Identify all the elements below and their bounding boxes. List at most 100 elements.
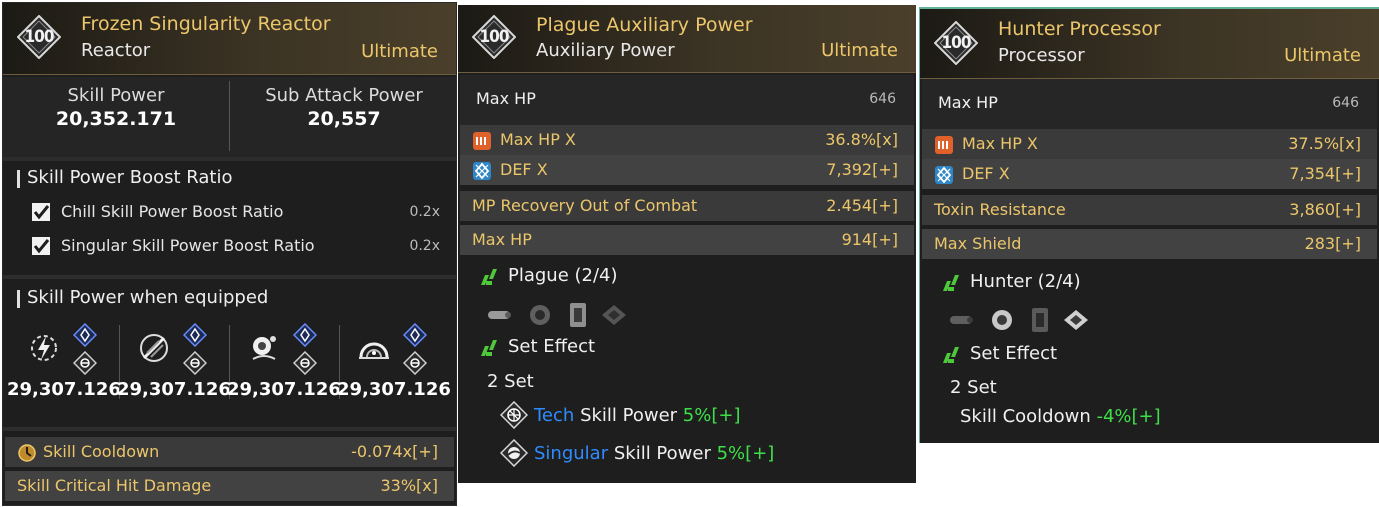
processor-icon xyxy=(602,305,626,325)
core-stat-row: Max HP X 36.8%[x] xyxy=(460,125,914,155)
dome-skill-icon xyxy=(359,342,389,359)
set-effect-label: Set Effect xyxy=(970,343,1058,364)
processor-icon xyxy=(1064,310,1088,330)
set-effect-label: Set Effect xyxy=(508,336,596,357)
stat-label: Max HP xyxy=(472,230,532,249)
set-bonus-line: Skill Cooldown -4%[+] xyxy=(960,406,1161,427)
def-core-icon xyxy=(473,162,491,180)
equipped-skill-value: 29,307.126 xyxy=(227,379,341,400)
bonus-value: -4%[+] xyxy=(1096,406,1161,427)
stat-label: MP Recovery Out of Combat xyxy=(472,196,698,215)
def-core-icon xyxy=(935,166,953,184)
item-type: Reactor xyxy=(81,40,151,61)
auxiliary-power-icon xyxy=(950,316,973,324)
memory-icon xyxy=(570,303,586,327)
tech-attribute-icon xyxy=(500,401,528,429)
stat-label: Skill Critical Hit Damage xyxy=(17,476,212,495)
skill-power-stat: Skill Power 20,352.171 xyxy=(3,85,229,130)
singular-tag-icon xyxy=(293,323,317,347)
item-tier: Ultimate xyxy=(821,40,898,61)
main-stats: Skill Power 20,352.171 Sub Attack Power … xyxy=(3,77,456,157)
boost-label: Chill Skill Power Boost Ratio xyxy=(61,202,284,221)
bonus-text: Skill Power xyxy=(613,443,711,464)
stat-label: Skill Cooldown xyxy=(43,442,160,461)
sub-attack-stat: Sub Attack Power 20,557 xyxy=(231,85,456,130)
stat-row: Skill Cooldown -0.074x[+] xyxy=(5,437,454,467)
grenade-skill-icon xyxy=(252,336,276,360)
bonus-text: Skill Cooldown xyxy=(960,406,1091,427)
sub-stat-row: Max HP 914[+] xyxy=(460,225,914,255)
chill-tag-icon xyxy=(403,351,427,375)
stat-value: 914[+] xyxy=(841,230,898,249)
crossed-blades-skill-icon xyxy=(140,334,168,362)
chill-tag-icon xyxy=(293,351,317,375)
stat-value: 37.5%[x] xyxy=(1288,134,1361,153)
hp-core-icon xyxy=(935,136,953,154)
level-value: 100 xyxy=(479,27,510,47)
stat-value: 33%[x] xyxy=(380,476,438,495)
equipped-skill: 29,307.126 xyxy=(335,321,451,411)
item-header: 100 Plague Auxiliary Power Auxiliary Pow… xyxy=(458,5,916,73)
set-count: 2 Set xyxy=(487,371,534,392)
chill-tag-icon xyxy=(183,351,207,375)
set-name-label: Plague (2/4) xyxy=(508,265,618,286)
divider xyxy=(3,427,456,431)
base-stat-value: 646 xyxy=(869,91,896,107)
set-bonus-line: Tech Skill Power 5%[+] xyxy=(534,405,740,426)
item-type: Processor xyxy=(998,45,1085,66)
set-effect-title: Set Effect xyxy=(480,336,595,357)
equipped-skill-value: 29,307.126 xyxy=(7,379,121,400)
set-icon xyxy=(481,269,497,285)
element-name: Singular xyxy=(534,443,609,464)
core-stat-row: DEF X 7,392[+] xyxy=(460,155,914,185)
stat-label: Toxin Resistance xyxy=(934,200,1066,219)
processor-tooltip-panel: 100 Hunter Processor Processor Ultimate … xyxy=(919,7,1379,443)
singular-tag-icon xyxy=(183,323,207,347)
boost-row: Chill Skill Power Boost Ratio 0.2x xyxy=(31,201,440,225)
stat-value: -0.074x[+] xyxy=(351,442,438,461)
core-stat-row: Max HP X 37.5%[x] xyxy=(922,129,1377,159)
sub-attack-value: 20,557 xyxy=(307,108,381,130)
auxiliary-power-icon xyxy=(488,311,511,319)
checkmark-icon xyxy=(32,237,50,255)
stat-label: Max HP X xyxy=(500,130,576,149)
boost-ratio-title: Skill Power Boost Ratio xyxy=(17,167,232,188)
set-icon xyxy=(481,340,497,356)
item-tier: Ultimate xyxy=(361,41,438,62)
boost-label: Singular Skill Power Boost Ratio xyxy=(61,236,315,255)
bonus-value: 5%[+] xyxy=(682,405,741,426)
level-badge: 100 xyxy=(472,15,516,59)
level-badge: 100 xyxy=(17,15,61,59)
singular-tag-icon xyxy=(403,323,427,347)
sub-attack-label: Sub Attack Power xyxy=(265,85,423,106)
skill-power-label: Skill Power xyxy=(67,85,165,106)
set-bonus-line: Singular Skill Power 5%[+] xyxy=(534,443,774,464)
level-value: 100 xyxy=(941,33,972,53)
item-header: 100 Frozen Singularity Reactor Reactor U… xyxy=(3,3,456,75)
set-count: 2 Set xyxy=(950,377,997,398)
set-pieces xyxy=(486,301,666,331)
boost-row: Singular Skill Power Boost Ratio 0.2x xyxy=(31,235,440,259)
base-stat-row: Max HP 646 xyxy=(922,79,1377,129)
sub-stat-row: Max Shield 283[+] xyxy=(922,229,1377,259)
element-name: Tech xyxy=(534,405,575,426)
equipped-skill: 29,307.126 xyxy=(5,321,121,411)
boost-value: 0.2x xyxy=(409,238,440,254)
equipped-skill: 29,307.126 xyxy=(225,321,341,411)
core-stat-row: DEF X 7,354[+] xyxy=(922,159,1377,189)
item-tier: Ultimate xyxy=(1284,45,1361,66)
set-name: Hunter (2/4) xyxy=(942,271,1081,292)
boost-value: 0.2x xyxy=(409,204,440,220)
set-effect-title: Set Effect xyxy=(942,343,1057,364)
item-name: Frozen Singularity Reactor xyxy=(81,13,331,35)
memory-icon xyxy=(1032,308,1048,332)
sub-stat-row: MP Recovery Out of Combat 2.454[+] xyxy=(460,191,914,221)
item-type: Auxiliary Power xyxy=(536,40,675,61)
level-value: 100 xyxy=(24,27,55,47)
divider xyxy=(3,157,456,161)
cooldown-icon xyxy=(18,444,36,462)
checkmark-icon xyxy=(32,203,50,221)
base-stat-label: Max HP xyxy=(476,89,536,108)
equipped-skill-value: 29,307.126 xyxy=(337,379,451,400)
stat-label: Max HP X xyxy=(962,134,1038,153)
